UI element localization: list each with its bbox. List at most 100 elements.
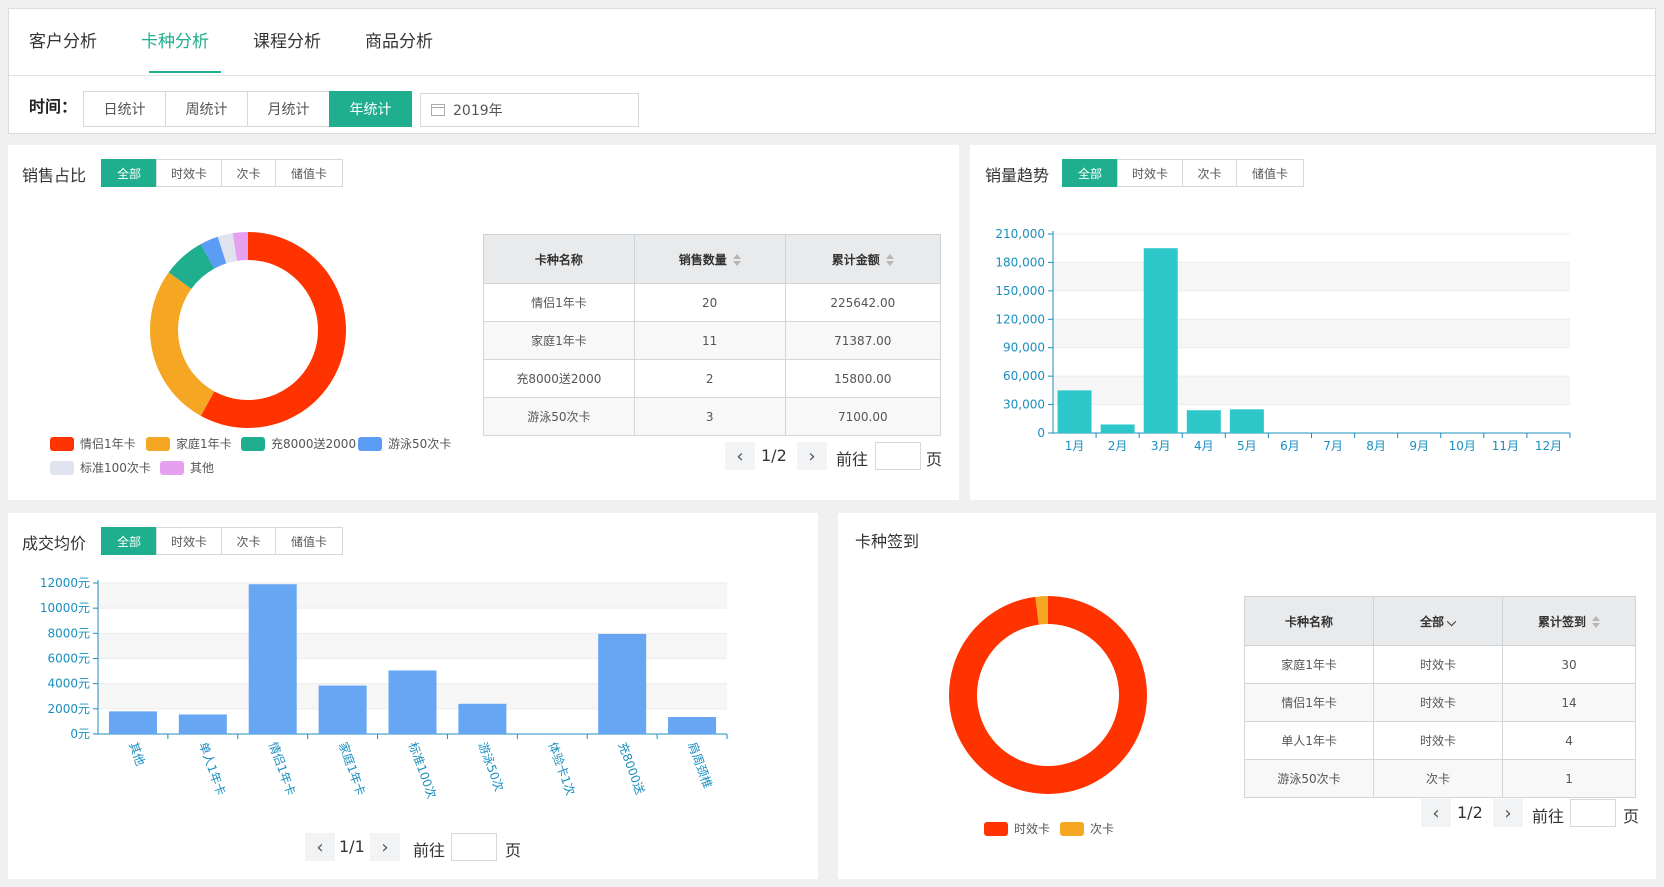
chevron-right-icon: › (808, 445, 816, 467)
legend-swatch (50, 436, 74, 451)
column-header-sortable[interactable]: 累计签到 (1502, 596, 1636, 646)
table-row: 家庭1年卡 11 71387.00 (483, 321, 942, 360)
goto-page-input[interactable] (451, 833, 497, 861)
legend-swatch (146, 436, 170, 451)
legend-label: 次卡 (1090, 822, 1115, 836)
x-tick-label: 情侣1年卡 (266, 740, 299, 797)
top-card: 客户分析 卡种分析 课程分析 商品分析 时间： 日统计 周统计 月统计 年统计 … (8, 8, 1656, 134)
legend-item[interactable]: 次卡 (1060, 820, 1114, 837)
legend-label: 游泳50次卡 (388, 437, 452, 451)
sales-trend-panel: 销量趋势 全部 时效卡 次卡 储值卡 0 30,000 60,000 90,000 12… (970, 145, 1656, 500)
legend-swatch (984, 821, 1008, 836)
card-checkin-table: 卡种名称 全部 ⌵ 累计签到 家庭1年卡 时效卡 30 情侣1年卡 时效卡 14 单人1年… (1243, 596, 1636, 798)
bar[interactable] (668, 717, 717, 734)
chevron-down-icon[interactable]: ⌵ (1447, 615, 1456, 629)
y-tick-label: 180,000 (995, 255, 1045, 269)
legend-swatch (1060, 821, 1084, 836)
legend-item[interactable]: 情侣1年卡 (50, 435, 136, 452)
tab-product-analysis[interactable]: 商品分析 (365, 27, 433, 52)
page-indicator: 1/2 (761, 446, 787, 465)
card-checkin-donut (949, 596, 1147, 794)
grid-band (1053, 376, 1570, 405)
monthly-stat-button[interactable]: 月统计 (247, 91, 330, 127)
tab-card-analysis[interactable]: 卡种分析 (141, 27, 209, 52)
daily-stat-button[interactable]: 日统计 (83, 91, 166, 127)
date-picker[interactable]: 2019年 (420, 93, 639, 127)
legend-label: 时效卡 (1014, 822, 1051, 836)
bar[interactable] (598, 633, 647, 734)
legend-item[interactable]: 充8000送2000 (241, 435, 356, 452)
y-tick-label: 90,000 (1003, 341, 1045, 355)
legend-item[interactable]: 其他 (160, 459, 214, 476)
tab-course-analysis[interactable]: 课程分析 (253, 27, 321, 52)
goto-label: 前往 (413, 841, 446, 860)
chevron-right-icon: › (381, 836, 389, 858)
bar[interactable] (1143, 248, 1178, 433)
x-tick-label: 体验卡1次 (545, 740, 578, 797)
tab-customer-analysis[interactable]: 客户分析 (29, 27, 97, 52)
grid-band (1053, 319, 1570, 348)
weekly-stat-button[interactable]: 周统计 (165, 91, 248, 127)
filter-stored-value-card[interactable]: 储值卡 (275, 159, 343, 187)
legend-item[interactable]: 游泳50次卡 (358, 435, 451, 452)
prev-page-button[interactable]: ‹ (305, 833, 335, 861)
sort-icon[interactable] (1592, 616, 1601, 628)
table-row: 家庭1年卡 时效卡 30 (1243, 645, 1636, 684)
next-page-button[interactable]: › (797, 442, 827, 470)
chevron-right-icon: › (1504, 802, 1512, 824)
bar[interactable] (248, 584, 297, 734)
next-page-button[interactable]: › (370, 833, 400, 861)
bar[interactable] (318, 685, 367, 734)
legend-swatch (358, 436, 382, 451)
card-type-filter-header[interactable]: 全部 ⌵ (1373, 596, 1504, 646)
column-header-sortable[interactable]: 累计金额 (784, 234, 942, 284)
sales-share-panel: 销售占比 全部 时效卡 次卡 储值卡 情侣1年卡 家庭1年卡 充8000送200… (8, 145, 959, 500)
filter-count-card[interactable]: 次卡 (221, 159, 276, 187)
y-tick-label: 210,000 (995, 227, 1045, 241)
bar[interactable] (458, 703, 507, 734)
legend-label: 其他 (190, 461, 215, 475)
card-checkin-title: 卡种签到 (855, 532, 920, 551)
next-page-button[interactable]: › (1493, 799, 1523, 827)
bar[interactable] (388, 670, 437, 734)
avg-price-chart: 0元 2000元 4000元 6000元 8000元 10000元 12000元其他 单人1年… (40, 576, 728, 800)
prev-page-button[interactable]: ‹ (725, 442, 755, 470)
goto-page-input[interactable] (1570, 799, 1616, 827)
bar[interactable] (178, 714, 227, 734)
column-header: 卡种名称 (483, 234, 635, 284)
x-tick-label: 9月 (1409, 439, 1429, 453)
sort-icon[interactable] (732, 254, 741, 266)
bar[interactable] (1100, 424, 1135, 433)
x-tick-label: 2月 (1108, 439, 1128, 453)
y-tick-label: 120,000 (995, 312, 1045, 326)
sort-icon[interactable] (885, 254, 894, 266)
x-tick-label: 1月 (1065, 439, 1085, 453)
yearly-stat-button[interactable]: 年统计 (329, 91, 412, 127)
column-header: 卡种名称 (1243, 596, 1375, 646)
donut-slice[interactable] (149, 272, 215, 416)
column-header-sortable[interactable]: 销售数量 (633, 234, 786, 284)
y-tick-label: 6000元 (47, 652, 90, 666)
legend-item[interactable]: 标准100次卡 (50, 459, 151, 476)
legend-item[interactable]: 时效卡 (984, 820, 1050, 837)
goto-page-input[interactable] (875, 442, 921, 470)
x-tick-label: 3月 (1151, 439, 1171, 453)
bar[interactable] (1186, 410, 1221, 433)
filter-time-card[interactable]: 时效卡 (156, 159, 222, 187)
bar[interactable] (1057, 390, 1092, 433)
page-unit-label: 页 (926, 450, 943, 469)
legend-swatch (50, 460, 74, 475)
prev-page-button[interactable]: ‹ (1421, 799, 1451, 827)
donut-slice[interactable] (949, 596, 1147, 794)
grid-band (98, 583, 727, 609)
bar[interactable] (1229, 409, 1264, 433)
table-row: 游泳50次卡 3 7100.00 (483, 397, 942, 436)
table-row: 游泳50次卡 次卡 1 (1243, 759, 1636, 798)
bar[interactable] (108, 711, 157, 734)
legend-item[interactable]: 家庭1年卡 (146, 435, 232, 452)
time-label: 时间： (29, 97, 78, 116)
table-row: 充8000送2000 2 15800.00 (483, 359, 942, 398)
goto-label: 前往 (836, 450, 869, 469)
filter-all[interactable]: 全部 (101, 159, 157, 187)
y-tick-label: 12000元 (40, 576, 90, 590)
